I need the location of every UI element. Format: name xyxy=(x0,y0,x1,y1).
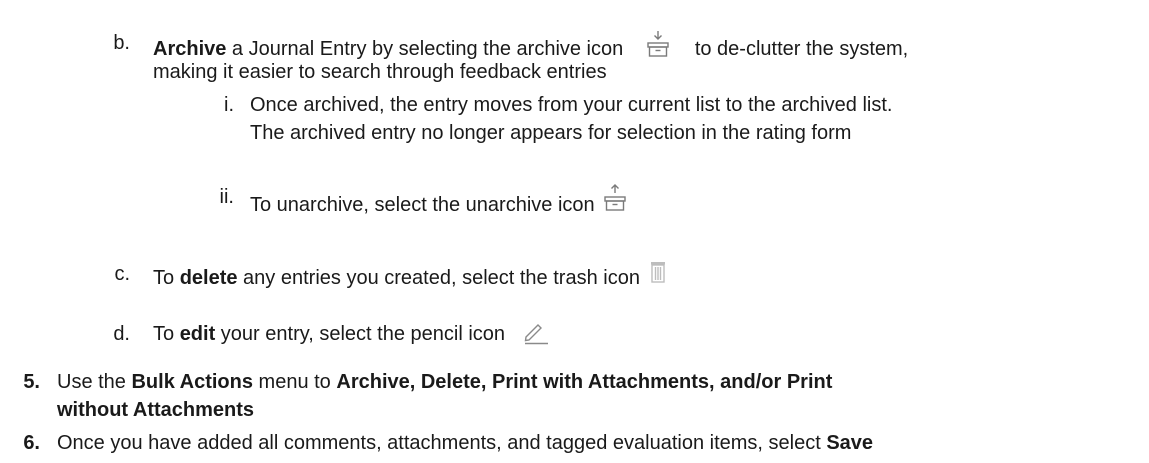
list-item-save: Once you have added all comments, attach… xyxy=(57,430,873,456)
archive-icon[interactable] xyxy=(647,30,669,58)
list-marker-5: 5. xyxy=(23,371,40,393)
bulk-actions-term: Bulk Actions xyxy=(131,371,253,393)
unarchive-text: To unarchive, select the unarchive icon xyxy=(250,194,595,216)
list-marker-d: d. xyxy=(113,323,130,345)
list-marker-6: 6. xyxy=(23,432,40,454)
archive-text: a Journal Entry by selecting the archive… xyxy=(226,38,624,60)
list-marker-ii: ii. xyxy=(219,186,234,208)
edit-term: edit xyxy=(179,323,216,345)
list-item-archive-cont: making it easier to search through feedb… xyxy=(153,61,607,83)
pencil-icon[interactable] xyxy=(523,321,549,345)
list-marker-b: b. xyxy=(113,32,130,54)
list-marker-c: c. xyxy=(114,263,130,285)
save-text: Once you have added all comments, attach… xyxy=(57,432,827,454)
edit-text-start: To xyxy=(153,323,180,345)
list-item-archive: Archive a Journal Entry by selecting the… xyxy=(153,30,908,62)
bulk-text-start: Use the xyxy=(57,371,132,393)
list-item-bulk-actions: Use the Bulk Actions menu to Archive, De… xyxy=(57,369,832,395)
sublist-item-unarchive: To unarchive, select the unarchive icon xyxy=(250,184,626,218)
sublist-item-archived-moves: Once archived, the entry moves from your… xyxy=(250,94,893,116)
edit-text-end: your entry, select the pencil icon xyxy=(215,323,506,345)
archive-text-end: to de-clutter the system, xyxy=(694,38,909,60)
list-item-delete: To delete any entries you created, selec… xyxy=(153,261,666,291)
list-marker-i: i. xyxy=(224,94,234,116)
archive-term: Archive xyxy=(153,38,227,60)
save-term: Save xyxy=(826,432,874,454)
bulk-actions-options-cont: without Attachments xyxy=(57,399,255,421)
bulk-text-mid: menu to xyxy=(252,371,337,393)
bulk-actions-options: Archive, Delete, Print with Attachments,… xyxy=(336,371,833,393)
list-item-bulk-actions-cont: without Attachments xyxy=(57,397,254,423)
delete-text-end: any entries you created, select the tras… xyxy=(237,267,640,289)
sublist-item-archived-moves-cont: The archived entry no longer appears for… xyxy=(250,122,852,144)
trash-icon[interactable] xyxy=(650,261,666,283)
unarchive-icon[interactable] xyxy=(604,184,626,212)
list-item-edit: To edit your entry, select the pencil ic… xyxy=(153,321,549,347)
delete-text-start: To xyxy=(153,267,180,289)
delete-term: delete xyxy=(179,267,238,289)
